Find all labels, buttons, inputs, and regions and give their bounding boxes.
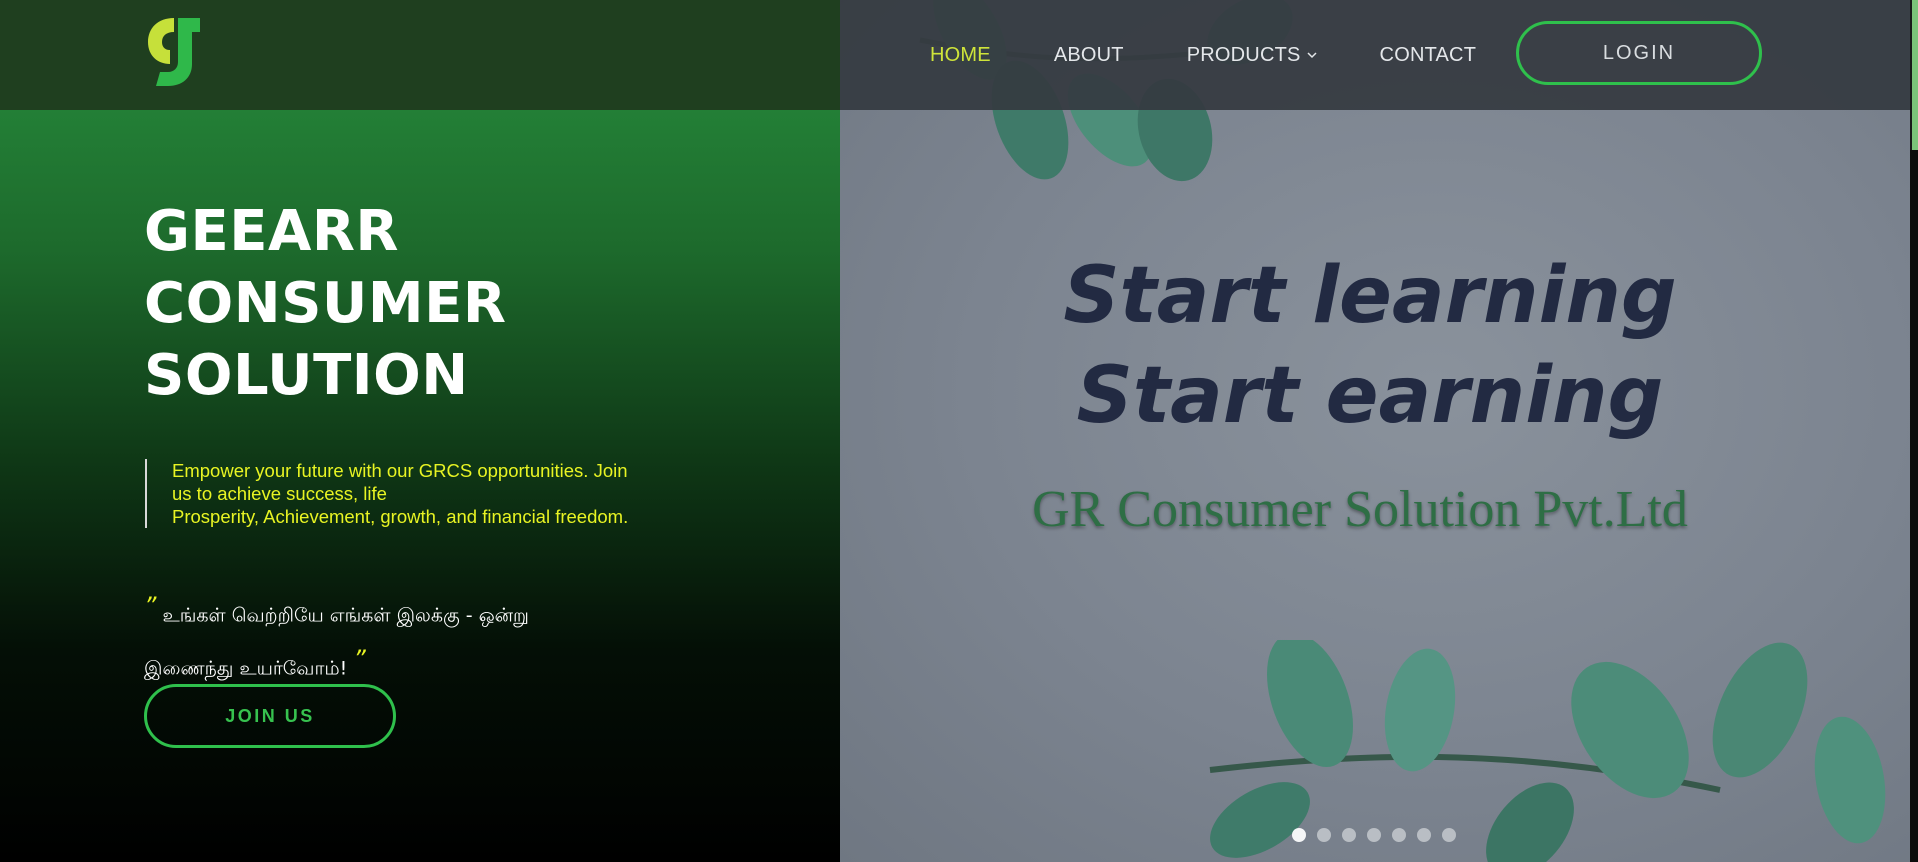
carousel-dot[interactable] — [1292, 828, 1306, 842]
tamil-quote: ” உங்கள் வெற்றியே எங்கள் இலக்கு - ஒன்று … — [144, 584, 664, 691]
nav-contact[interactable]: CONTACT — [1380, 44, 1477, 67]
tamil-quote-line-2: இணைந்து உயர்வோம்! — [144, 657, 348, 680]
scrollbar-thumb[interactable] — [1910, 0, 1918, 150]
hero-title-line: GEEARR — [144, 199, 400, 264]
carousel-dot[interactable] — [1392, 828, 1406, 842]
tagline-line: Prosperity, Achievement, growth, and fin… — [172, 506, 629, 527]
header-left-background — [0, 0, 840, 110]
tagline-line: Empower your future with our GRCS opport… — [172, 460, 628, 481]
chevron-down-icon — [1307, 52, 1317, 59]
slide-headline-line: Start earning — [1076, 351, 1664, 441]
carousel-dot[interactable] — [1442, 828, 1456, 842]
hero-title: GEEARR CONSUMER SOLUTION — [144, 196, 506, 412]
carousel-dot[interactable] — [1317, 828, 1331, 842]
main-nav: HOME ABOUT PRODUCTS CONTACT — [930, 0, 1539, 110]
login-button[interactable]: LOGIN — [1516, 21, 1762, 85]
hero-tagline: Empower your future with our GRCS opport… — [145, 459, 712, 528]
quote-close-mark: ” — [353, 645, 366, 674]
carousel-dot[interactable] — [1342, 828, 1356, 842]
join-us-button[interactable]: JOIN US — [144, 684, 396, 748]
nav-about[interactable]: ABOUT — [1054, 44, 1124, 67]
carousel-dot[interactable] — [1367, 828, 1381, 842]
nav-home[interactable]: HOME — [930, 44, 991, 67]
slide-headline: Start learning Start earning — [1050, 246, 1690, 446]
hero-title-line: SOLUTION — [144, 343, 469, 408]
carousel-dot[interactable] — [1417, 828, 1431, 842]
slide-subtitle: GR Consumer Solution Pvt.Ltd — [1032, 481, 1688, 538]
scrollbar-track[interactable] — [1910, 150, 1918, 862]
nav-products[interactable]: PRODUCTS — [1187, 44, 1317, 67]
tagline-line: us to achieve success, life — [172, 483, 387, 504]
hero-title-line: CONSUMER — [144, 271, 507, 336]
geearr-logo-icon[interactable] — [144, 14, 206, 88]
nav-products-label: PRODUCTS — [1186, 43, 1301, 66]
hero-panel — [0, 0, 840, 862]
slide-headline-line: Start learning — [1063, 251, 1677, 341]
carousel-dots — [1292, 828, 1456, 842]
tamil-quote-line-1: உங்கள் வெற்றியே எங்கள் இலக்கு - ஒன்று — [162, 604, 529, 627]
quote-open-mark: ” — [144, 592, 157, 620]
